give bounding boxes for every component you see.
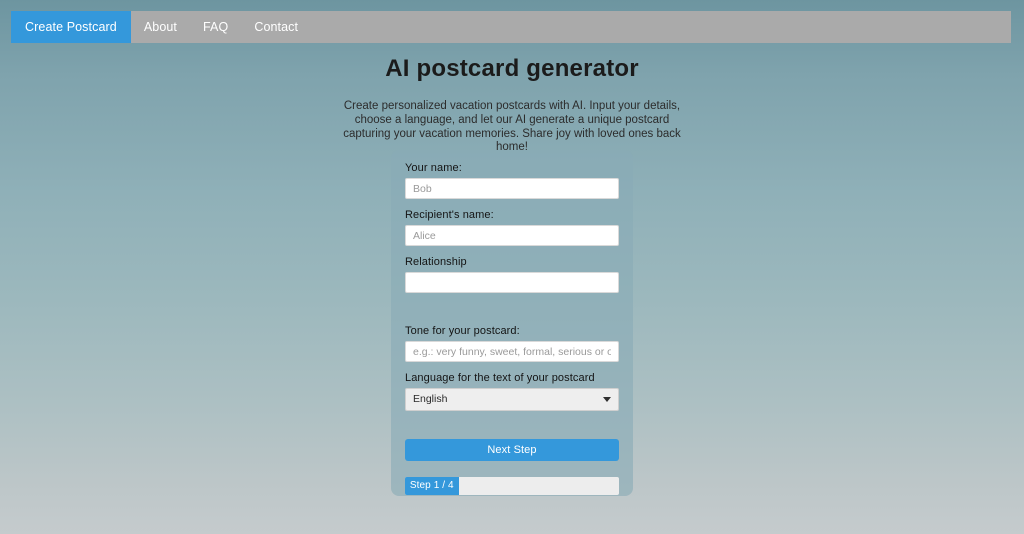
language-select-wrapper: English xyxy=(405,388,619,411)
field-recipient-name: Recipient's name: xyxy=(405,209,619,246)
relationship-label: Relationship xyxy=(405,256,467,268)
recipient-name-input[interactable] xyxy=(405,225,619,246)
progress-bar-fill: Step 1 / 4 xyxy=(405,477,459,495)
postcard-form-panel: Your name: Recipient's name: Relationshi… xyxy=(391,150,633,496)
field-tone: Tone for your postcard: xyxy=(405,325,619,362)
nav-item-label: Create Postcard xyxy=(25,20,117,34)
progress-bar: Step 1 / 4 xyxy=(405,477,619,495)
field-relationship: Relationship xyxy=(405,256,619,293)
nav-item-contact[interactable]: Contact xyxy=(241,11,311,43)
main-navbar: Create Postcard About FAQ Contact xyxy=(11,11,1011,43)
page-description: Create personalized vacation postcards w… xyxy=(343,100,681,154)
nav-item-about[interactable]: About xyxy=(131,11,190,43)
page-title: AI postcard generator xyxy=(385,55,639,82)
recipient-name-label: Recipient's name: xyxy=(405,209,494,221)
nav-item-label: About xyxy=(143,20,177,34)
your-name-input[interactable] xyxy=(405,178,619,199)
field-language: Language for the text of your postcard E… xyxy=(405,372,619,411)
next-step-button[interactable]: Next Step xyxy=(405,439,619,461)
language-label: Language for the text of your postcard xyxy=(405,372,595,384)
nav-item-label: FAQ xyxy=(203,20,229,34)
tone-label: Tone for your postcard: xyxy=(405,325,520,337)
relationship-input[interactable] xyxy=(405,272,619,293)
nav-item-create-postcard[interactable]: Create Postcard xyxy=(11,11,131,43)
field-your-name: Your name: xyxy=(405,162,619,199)
nav-item-faq[interactable]: FAQ xyxy=(190,11,241,43)
language-select[interactable]: English xyxy=(405,388,619,411)
your-name-label: Your name: xyxy=(405,162,462,174)
tone-input[interactable] xyxy=(405,341,619,362)
nav-item-label: Contact xyxy=(254,20,299,34)
